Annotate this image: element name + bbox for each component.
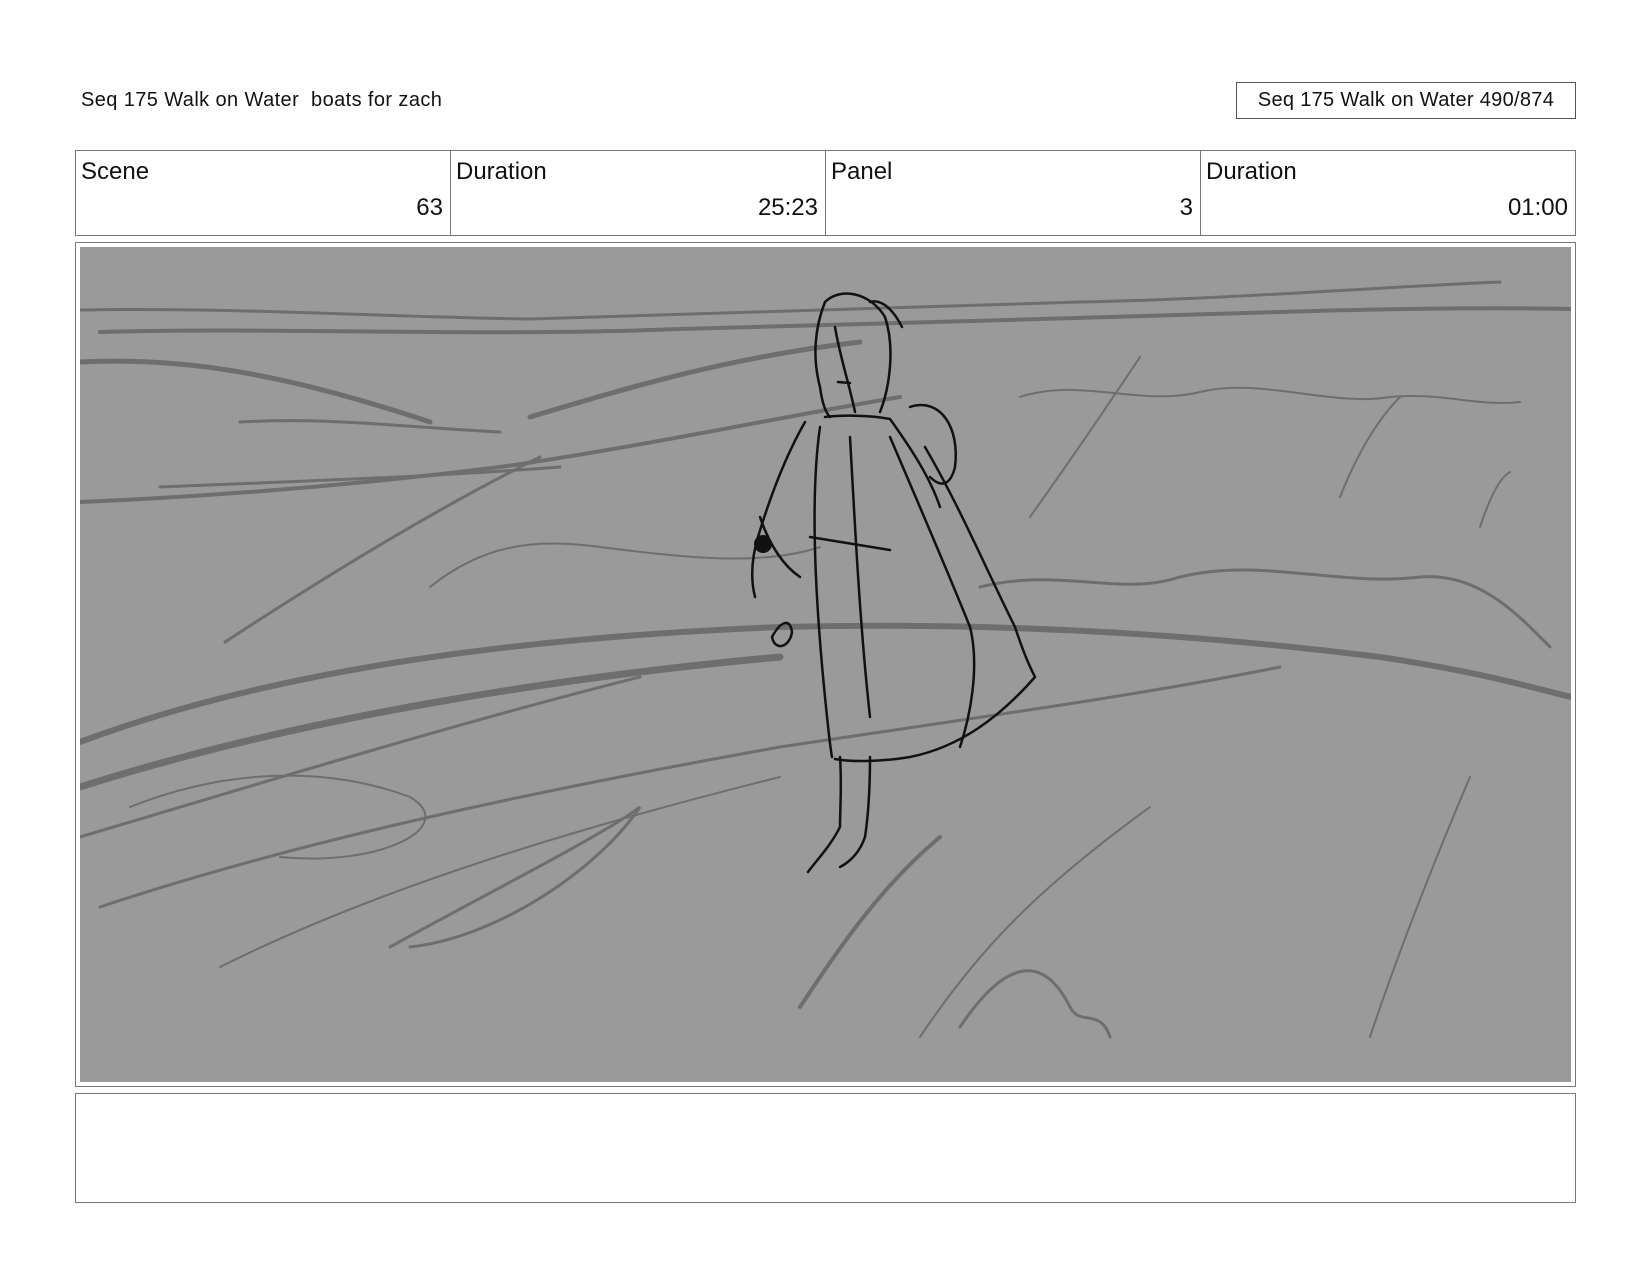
page-counter: Seq 175 Walk on Water 490/874	[1236, 82, 1576, 119]
panel-duration-cell: Duration 01:00	[1201, 151, 1575, 235]
storyboard-sketch	[80, 247, 1571, 1082]
hand-shape	[754, 535, 772, 553]
character-figure	[750, 292, 1037, 874]
background-strokes	[80, 280, 1571, 1039]
panel-info-table: Scene 63 Duration 25:23 Panel 3 Duration…	[75, 150, 1576, 236]
storyboard-panel-frame	[75, 242, 1576, 1087]
scene-cell: Scene 63	[76, 151, 451, 235]
scene-duration-value: 25:23	[757, 194, 818, 221]
panel-label: Panel	[831, 158, 893, 185]
scene-duration-cell: Duration 25:23	[451, 151, 826, 235]
panel-cell: Panel 3	[826, 151, 1201, 235]
panel-number: 3	[1179, 194, 1193, 221]
panel-duration-value: 01:00	[1507, 194, 1568, 221]
scene-duration-label: Duration	[456, 158, 547, 185]
scene-label: Scene	[81, 158, 150, 185]
panel-duration-label: Duration	[1206, 158, 1297, 185]
sequence-title: Seq 175 Walk on Water boats for zach	[81, 89, 443, 111]
sketch-drawing	[80, 280, 1571, 1039]
panel-notes	[75, 1093, 1576, 1203]
scene-number: 63	[416, 194, 443, 221]
